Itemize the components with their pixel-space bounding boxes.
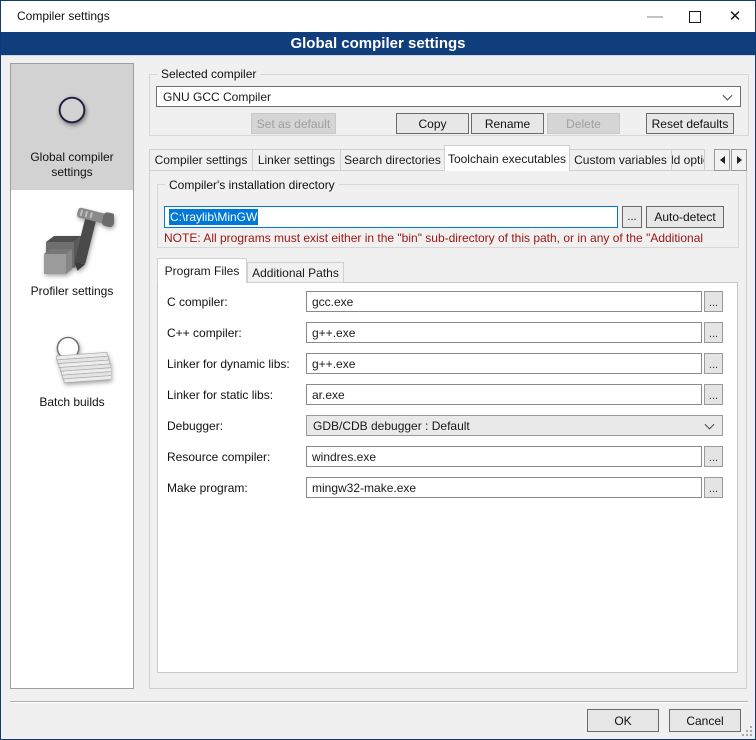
field-value: g++.exe — [312, 357, 355, 371]
delete-button: Delete — [547, 113, 620, 134]
install-dir-input[interactable]: C:\raylib\MinGW — [164, 206, 618, 228]
batch-builds-icon — [13, 315, 131, 393]
window-title: Compiler settings — [17, 9, 110, 23]
resource-compiler-browse-button[interactable]: ... — [704, 446, 723, 467]
tab-toolchain-executables[interactable]: Toolchain executables — [444, 145, 570, 171]
field-label-c-compiler: C++ compiler: — [167, 326, 242, 340]
resource-compiler-input[interactable]: windres.exe — [306, 446, 702, 467]
field-label-resource-compiler: Resource compiler: — [167, 450, 270, 464]
field-value: g++.exe — [312, 326, 355, 340]
field-label-linker-for-static-libs: Linker for static libs: — [167, 388, 273, 402]
arrow-right-icon — [737, 156, 742, 164]
set-as-default-button: Set as default — [251, 113, 336, 134]
linker-for-static-libs-browse-button[interactable]: ... — [704, 384, 723, 405]
sidebar-item-label: Batch builds — [13, 395, 131, 410]
selected-compiler-group-label: Selected compiler — [157, 67, 260, 81]
c-compiler-browse-button[interactable]: ... — [704, 291, 723, 312]
auto-detect-button[interactable]: Auto-detect — [646, 206, 724, 228]
c-compiler-browse-button[interactable]: ... — [704, 322, 723, 343]
install-dir-browse-button[interactable]: ... — [622, 206, 642, 228]
sidebar-item-profiler-settings[interactable]: Profiler settings — [11, 190, 133, 307]
field-value: gcc.exe — [312, 295, 353, 309]
tabs-scroll-right-button[interactable] — [731, 149, 747, 171]
sidebar-item-global-compiler-settings[interactable]: Global compiler settings — [11, 64, 133, 190]
footer-divider — [10, 701, 748, 703]
dialog-banner: Global compiler settings — [1, 32, 755, 56]
field-value: GDB/CDB debugger : Default — [313, 419, 470, 433]
chevron-down-icon — [723, 90, 733, 100]
tab-search-directories[interactable]: Search directories — [340, 149, 445, 171]
minimize-button[interactable] — [635, 1, 675, 32]
tabs-scroll-left-button[interactable] — [714, 149, 730, 171]
c-compiler-input[interactable]: gcc.exe — [306, 291, 702, 312]
resize-grip[interactable] — [740, 724, 752, 736]
maximize-button[interactable] — [675, 1, 715, 32]
field-label-linker-for-dynamic-libs: Linker for dynamic libs: — [167, 357, 290, 371]
arrow-left-icon — [720, 156, 725, 164]
subtab-additional-paths[interactable]: Additional Paths — [247, 262, 344, 283]
subtab-program-files[interactable]: Program Files — [157, 258, 247, 283]
field-label-debugger: Debugger: — [167, 419, 223, 433]
field-value: ar.exe — [312, 388, 345, 402]
linker-for-dynamic-libs-input[interactable]: g++.exe — [306, 353, 702, 374]
title-bar[interactable]: Compiler settings ✕ — [1, 1, 755, 32]
tab-build-options[interactable]: Build options — [671, 149, 705, 171]
chevron-down-icon — [705, 419, 715, 429]
field-label-make-program: Make program: — [167, 481, 248, 495]
compiler-settings-dialog: Compiler settings ✕ Global compiler sett… — [0, 0, 756, 740]
install-dir-group-label: Compiler's installation directory — [165, 178, 339, 192]
linker-for-static-libs-input[interactable]: ar.exe — [306, 384, 702, 405]
make-program-input[interactable]: mingw32-make.exe — [306, 477, 702, 498]
close-button[interactable]: ✕ — [715, 1, 755, 32]
field-value: windres.exe — [312, 450, 376, 464]
maximize-icon — [689, 11, 701, 23]
selected-compiler-value: GNU GCC Compiler — [163, 90, 271, 104]
tab-linker-settings[interactable]: Linker settings — [252, 149, 341, 171]
install-dir-note: NOTE: All programs must exist either in … — [164, 231, 740, 246]
close-icon: ✕ — [729, 9, 742, 24]
c-compiler-input[interactable]: g++.exe — [306, 322, 702, 343]
reset-defaults-button[interactable]: Reset defaults — [646, 113, 734, 134]
settings-category-list: Global compiler settings Profiler settin… — [10, 63, 134, 689]
copy-button[interactable]: Copy — [396, 113, 469, 134]
make-program-browse-button[interactable]: ... — [704, 477, 723, 498]
ok-button[interactable]: OK — [587, 709, 659, 732]
sidebar-item-batch-builds[interactable]: Batch builds — [11, 307, 133, 418]
gear-blue-icon — [13, 72, 131, 148]
tab-compiler-settings[interactable]: Compiler settings — [149, 149, 253, 171]
field-value: mingw32-make.exe — [312, 481, 416, 495]
sidebar-item-label: Profiler settings — [13, 284, 131, 299]
cancel-button[interactable]: Cancel — [669, 709, 741, 732]
field-label-c-compiler: C compiler: — [167, 295, 228, 309]
linker-for-dynamic-libs-browse-button[interactable]: ... — [704, 353, 723, 374]
sidebar-item-label: Global compiler settings — [13, 150, 131, 180]
debugger-combo[interactable]: GDB/CDB debugger : Default — [306, 415, 723, 436]
rename-button[interactable]: Rename — [471, 113, 544, 134]
install-dir-value: C:\raylib\MinGW — [169, 209, 258, 225]
minimize-icon — [647, 16, 663, 18]
selected-compiler-combo[interactable]: GNU GCC Compiler — [156, 86, 741, 107]
tab-custom-variables[interactable]: Custom variables — [569, 149, 672, 171]
profiler-icon — [13, 198, 131, 282]
